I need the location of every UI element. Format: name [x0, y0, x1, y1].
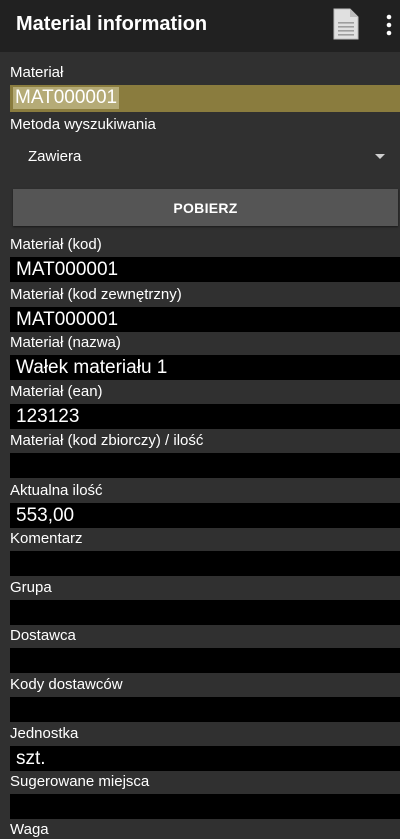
kod-label: Materiał (kod) — [10, 236, 102, 253]
kody-dostawcow-field — [10, 697, 400, 722]
dostawca-field — [10, 648, 400, 673]
material-input[interactable]: MAT000001 — [10, 85, 400, 112]
material-label: Materiał — [10, 64, 64, 81]
nazwa-label: Materiał (nazwa) — [10, 334, 121, 351]
app-bar: Material information — [0, 0, 400, 52]
search-method-value: Zawiera — [28, 148, 82, 165]
pobierz-button[interactable]: POBIERZ — [13, 189, 398, 226]
kody-dostawcow-label: Kody dostawców — [10, 676, 123, 693]
sugerowane-miejsca-label: Sugerowane miejsca — [10, 773, 150, 790]
jednostka-field: szt. — [10, 746, 400, 771]
search-method-label: Metoda wyszukiwania — [10, 116, 156, 133]
grupa-label: Grupa — [10, 579, 52, 596]
nazwa-field: Wałek materiału 1 — [10, 355, 400, 380]
more-vert-icon[interactable] — [384, 14, 394, 36]
material-input-value[interactable]: MAT000001 — [13, 87, 120, 109]
dropdown-arrow-icon — [375, 154, 385, 159]
jednostka-label: Jednostka — [10, 725, 79, 742]
document-icon[interactable] — [333, 8, 359, 40]
dostawca-label: Dostawca — [10, 627, 76, 644]
komentarz-label: Komentarz — [10, 530, 83, 547]
aktualna-ilosc-field: 553,00 — [10, 503, 400, 528]
aktualna-ilosc-label: Aktualna ilość — [10, 482, 103, 499]
kod-zbiorczy-field — [10, 453, 400, 478]
grupa-field — [10, 600, 400, 625]
kod-zewnetrzny-field: MAT000001 — [10, 307, 400, 332]
waga-label: Waga — [10, 821, 49, 838]
search-method-dropdown[interactable]: Zawiera — [10, 140, 395, 174]
page-title: Material information — [16, 13, 208, 35]
ean-field: 123123 — [10, 404, 400, 429]
komentarz-field — [10, 551, 400, 576]
sugerowane-miejsca-field — [10, 794, 400, 819]
kod-zbiorczy-label: Materiał (kod zbiorczy) / ilość — [10, 432, 204, 449]
ean-label: Materiał (ean) — [10, 383, 103, 400]
kod-zewnetrzny-label: Materiał (kod zewnętrzny) — [10, 286, 182, 303]
kod-field: MAT000001 — [10, 257, 400, 282]
